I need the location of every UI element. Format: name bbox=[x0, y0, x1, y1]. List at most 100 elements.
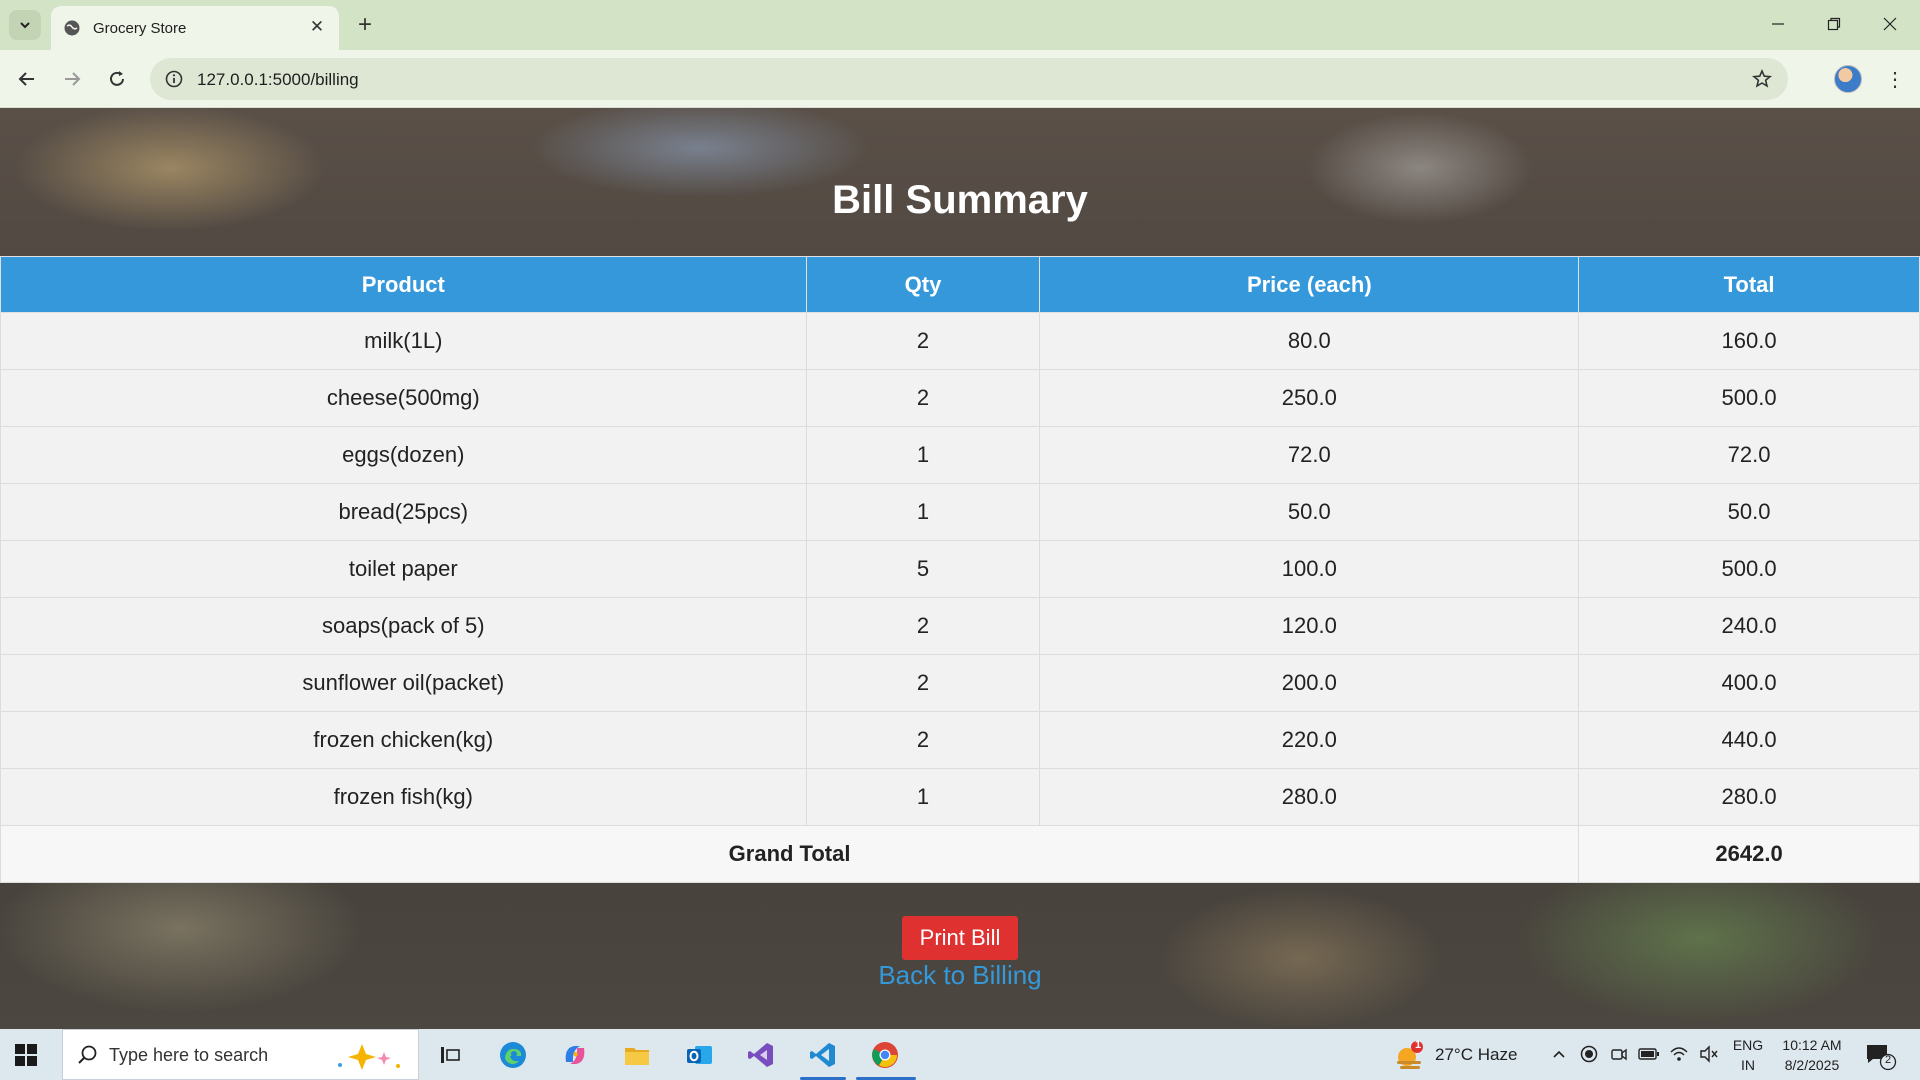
windows-start-icon[interactable] bbox=[12, 1041, 40, 1069]
page-viewport: Bill Summary Product Qty Price (each) To… bbox=[0, 108, 1920, 1029]
product-cell: soaps(pack of 5) bbox=[0, 597, 807, 655]
file-explorer-icon[interactable] bbox=[619, 1037, 655, 1073]
table-row: cheese(500mg) 2 250.0 500.0 bbox=[0, 369, 1920, 427]
qty-cell: 2 bbox=[805, 597, 1041, 655]
profile-avatar[interactable] bbox=[1834, 65, 1862, 93]
minimize-icon bbox=[1772, 23, 1784, 25]
close-icon bbox=[1883, 17, 1897, 31]
header-qty: Qty bbox=[805, 256, 1041, 313]
sparkle-icon bbox=[338, 1044, 400, 1070]
weather-text: 27°C Haze bbox=[1435, 1045, 1518, 1064]
search-placeholder: Type here to search bbox=[109, 1045, 269, 1065]
grand-total-value: 2642.0 bbox=[1578, 825, 1920, 883]
table-header-row: Product Qty Price (each) Total bbox=[0, 256, 1920, 313]
url-text[interactable]: 127.0.0.1:5000/billing bbox=[197, 70, 359, 90]
visual-studio-icon[interactable] bbox=[743, 1037, 779, 1073]
qty-cell: 1 bbox=[805, 768, 1041, 826]
reload-button[interactable] bbox=[101, 63, 133, 95]
total-cell: 72.0 bbox=[1578, 426, 1920, 484]
product-cell: toilet paper bbox=[0, 540, 807, 598]
taskbar-search-box[interactable]: Type here to search bbox=[62, 1029, 419, 1080]
qty-cell: 1 bbox=[805, 483, 1041, 541]
bill-table: Product Qty Price (each) Total milk(1L) … bbox=[0, 256, 1920, 883]
battery-icon[interactable] bbox=[1638, 1043, 1660, 1065]
price-cell: 250.0 bbox=[1039, 369, 1580, 427]
arrow-right-icon bbox=[65, 72, 81, 86]
qty-cell: 2 bbox=[805, 312, 1041, 370]
price-cell: 280.0 bbox=[1039, 768, 1580, 826]
back-button[interactable] bbox=[11, 63, 43, 95]
print-bill-button[interactable]: Print Bill bbox=[902, 916, 1018, 960]
close-window-button[interactable] bbox=[1860, 0, 1920, 48]
record-icon[interactable] bbox=[1578, 1043, 1600, 1065]
address-bar[interactable]: 127.0.0.1:5000/billing bbox=[150, 58, 1788, 100]
copilot-icon[interactable] bbox=[557, 1037, 593, 1073]
total-cell: 50.0 bbox=[1578, 483, 1920, 541]
arrow-left-icon bbox=[18, 72, 34, 86]
header-total: Total bbox=[1578, 256, 1920, 313]
notification-center-icon[interactable]: 2 bbox=[1864, 1041, 1898, 1071]
taskbar: Type here to search 1 27°C Haze ENG IN 1… bbox=[0, 1029, 1920, 1080]
wifi-icon[interactable] bbox=[1668, 1043, 1690, 1065]
weather-widget[interactable]: 1 27°C Haze bbox=[1393, 1039, 1523, 1069]
language-code: ENG bbox=[1732, 1037, 1764, 1053]
product-cell: cheese(500mg) bbox=[0, 369, 807, 427]
table-row: sunflower oil(packet) 2 200.0 400.0 bbox=[0, 654, 1920, 712]
globe-icon bbox=[64, 20, 80, 36]
browser-tab[interactable]: Grocery Store ✕ bbox=[51, 6, 339, 50]
restore-button[interactable] bbox=[1804, 0, 1864, 48]
header-price: Price (each) bbox=[1039, 256, 1580, 313]
browser-toolbar: 127.0.0.1:5000/billing ⋮ bbox=[0, 50, 1920, 108]
weather-alert-badge: 1 bbox=[1414, 1039, 1422, 1051]
vscode-icon[interactable] bbox=[805, 1037, 841, 1073]
browser-tab-bar: Grocery Store ✕ + bbox=[0, 0, 1920, 50]
product-cell: frozen fish(kg) bbox=[0, 768, 807, 826]
qty-cell: 5 bbox=[805, 540, 1041, 598]
chevron-down-icon bbox=[20, 22, 30, 29]
page-title: Bill Summary bbox=[832, 178, 1088, 222]
task-view-icon[interactable] bbox=[432, 1037, 468, 1073]
table-row: soaps(pack of 5) 2 120.0 240.0 bbox=[0, 597, 1920, 655]
total-cell: 160.0 bbox=[1578, 312, 1920, 370]
clock-time: 10:12 AM bbox=[1782, 1037, 1842, 1053]
minimize-button[interactable] bbox=[1748, 0, 1808, 48]
total-cell: 280.0 bbox=[1578, 768, 1920, 826]
price-cell: 80.0 bbox=[1039, 312, 1580, 370]
product-cell: bread(25pcs) bbox=[0, 483, 807, 541]
product-cell: eggs(dozen) bbox=[0, 426, 807, 484]
chrome-icon[interactable] bbox=[867, 1037, 903, 1073]
search-icon bbox=[78, 1045, 97, 1064]
table-row: frozen fish(kg) 1 280.0 280.0 bbox=[0, 768, 1920, 826]
table-row: toilet paper 5 100.0 500.0 bbox=[0, 540, 1920, 598]
back-to-billing-link[interactable]: Back to Billing bbox=[0, 960, 1920, 991]
volume-muted-icon[interactable] bbox=[1698, 1043, 1720, 1065]
clock-date: 8/2/2025 bbox=[1784, 1057, 1840, 1073]
table-row: eggs(dozen) 1 72.0 72.0 bbox=[0, 426, 1920, 484]
taskbar-clock[interactable]: 10:12 AM 8/2/2025 bbox=[1774, 1035, 1850, 1075]
total-cell: 440.0 bbox=[1578, 711, 1920, 769]
table-row: milk(1L) 2 80.0 160.0 bbox=[0, 312, 1920, 370]
bookmark-star-icon[interactable] bbox=[1750, 67, 1774, 91]
close-tab-icon[interactable]: ✕ bbox=[307, 17, 327, 37]
new-tab-button[interactable]: + bbox=[352, 11, 378, 38]
restore-icon bbox=[1827, 17, 1841, 31]
browser-menu-icon[interactable]: ⋮ bbox=[1880, 63, 1910, 95]
site-info-icon[interactable] bbox=[162, 67, 186, 91]
product-cell: frozen chicken(kg) bbox=[0, 711, 807, 769]
tab-search-menu-button[interactable] bbox=[9, 10, 41, 40]
language-indicator[interactable]: ENG IN bbox=[1730, 1035, 1766, 1075]
meet-now-icon[interactable] bbox=[1608, 1043, 1630, 1065]
chevron-up-icon[interactable] bbox=[1548, 1043, 1570, 1065]
edge-browser-icon[interactable] bbox=[495, 1037, 531, 1073]
outlook-icon[interactable] bbox=[681, 1037, 717, 1073]
header-product: Product bbox=[0, 256, 807, 313]
price-cell: 220.0 bbox=[1039, 711, 1580, 769]
total-cell: 500.0 bbox=[1578, 540, 1920, 598]
forward-button[interactable] bbox=[56, 63, 88, 95]
qty-cell: 2 bbox=[805, 369, 1041, 427]
price-cell: 100.0 bbox=[1039, 540, 1580, 598]
price-cell: 72.0 bbox=[1039, 426, 1580, 484]
product-cell: sunflower oil(packet) bbox=[0, 654, 807, 712]
tab-title: Grocery Store bbox=[93, 19, 187, 37]
total-cell: 400.0 bbox=[1578, 654, 1920, 712]
